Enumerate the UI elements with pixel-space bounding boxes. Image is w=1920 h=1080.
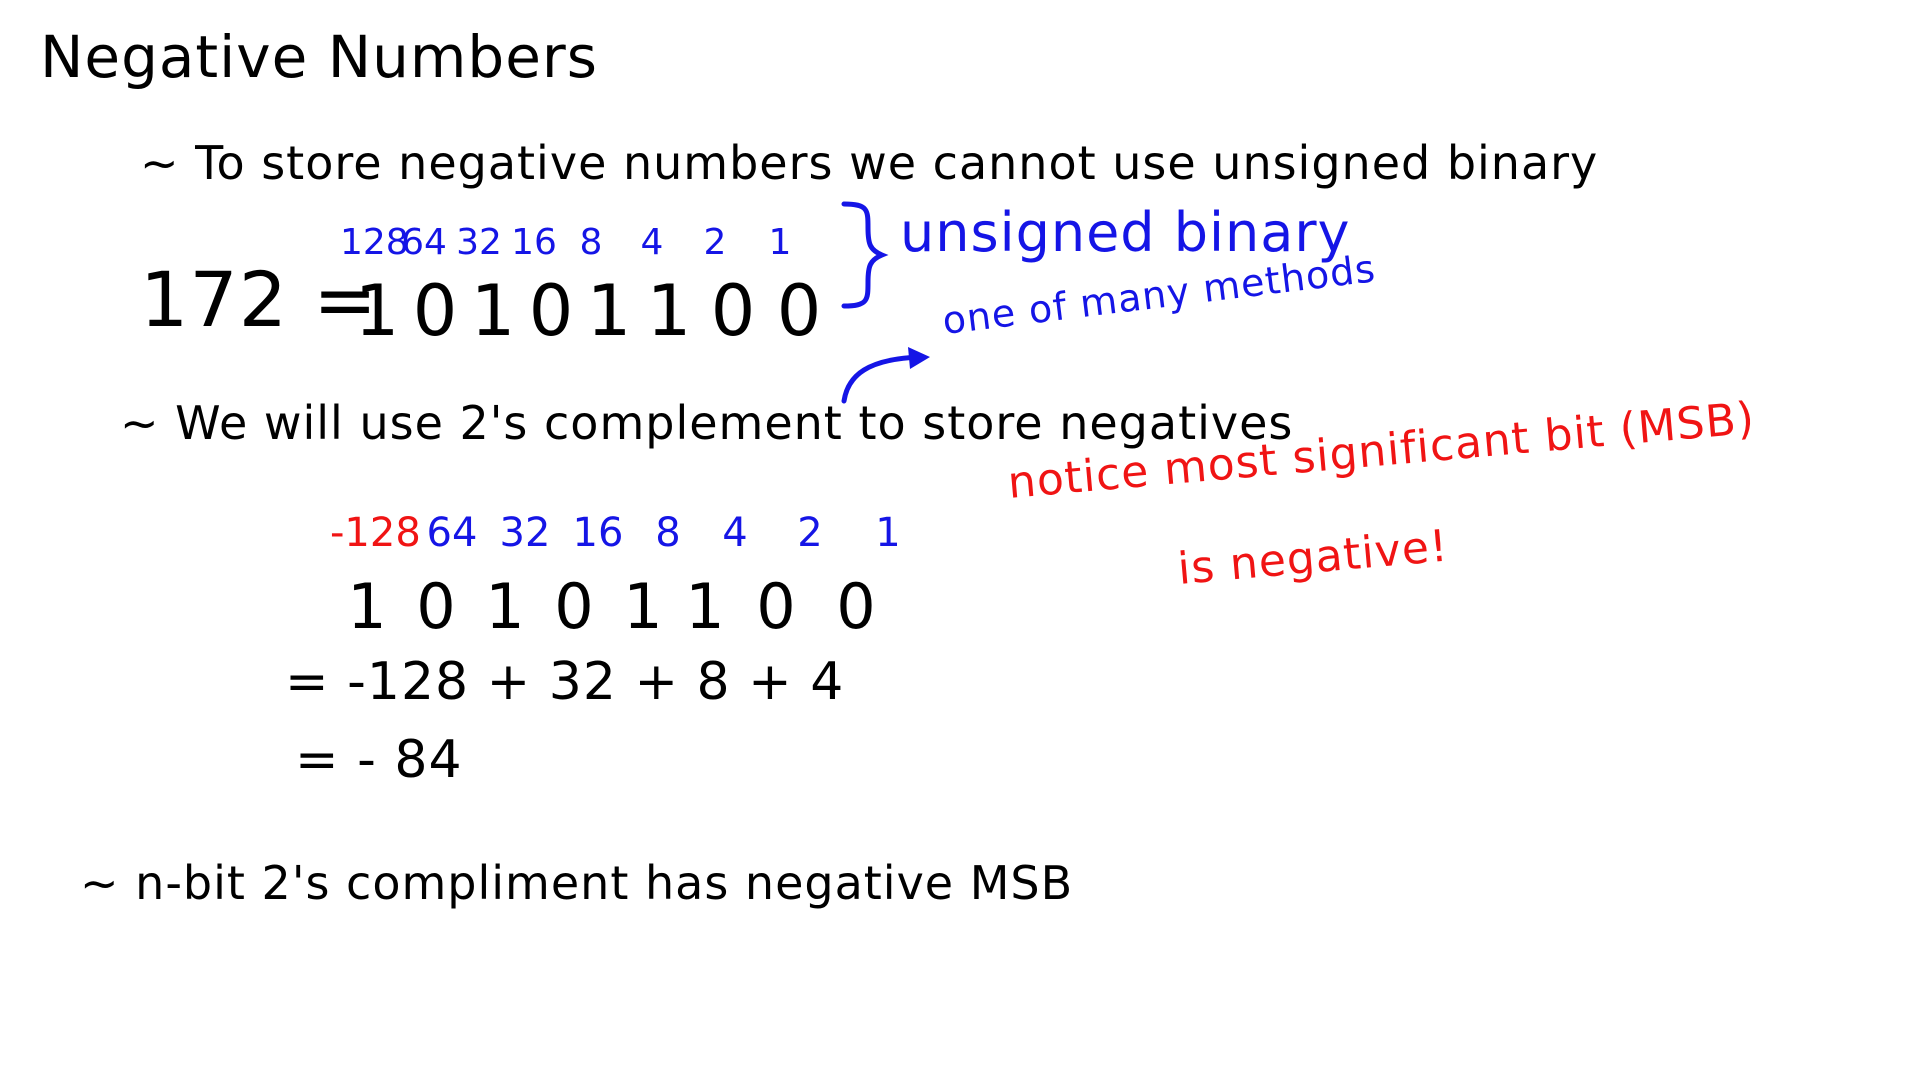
unsigned-weight: 8	[579, 222, 603, 263]
twos-bit: 1	[685, 570, 725, 643]
twos-weight: 16	[572, 510, 624, 556]
twos-bit: 0	[836, 570, 876, 643]
bullet-unsigned-limitation: ~ To store negative numbers we cannot us…	[140, 136, 1599, 190]
unsigned-binary-note: unsigned binary	[900, 201, 1351, 264]
page-title: Negative Numbers	[40, 23, 598, 91]
twos-bit: 1	[623, 570, 663, 643]
unsigned-value-label: 172 =	[140, 255, 378, 344]
unsigned-weight: 64	[401, 222, 447, 263]
twos-weight: 1	[875, 510, 901, 556]
unsigned-bit: 1	[586, 270, 632, 352]
twos-bits-row: 1 0 1 0 1 1 0 0	[336, 570, 896, 643]
msb-notice-line2: is negative!	[1175, 520, 1451, 595]
unsigned-weight: 2	[703, 222, 727, 263]
twos-weight: 64	[426, 510, 478, 556]
twos-weight: 4	[722, 510, 748, 556]
twos-bit: 1	[485, 570, 525, 643]
unsigned-bit: 1	[646, 270, 692, 352]
unsigned-weight: 16	[511, 222, 557, 263]
unsigned-bit: 1	[354, 270, 400, 352]
unsigned-weight: 4	[640, 222, 664, 263]
unsigned-bit: 0	[710, 270, 756, 352]
calculation-result: = - 84	[295, 730, 463, 790]
twos-weight: 32	[499, 510, 551, 556]
msb-weight: -128	[330, 510, 421, 556]
unsigned-weight: 32	[456, 222, 502, 263]
unsigned-bit: 0	[776, 270, 822, 352]
unsigned-bit: 0	[412, 270, 458, 352]
twos-bit: 0	[756, 570, 796, 643]
twos-weight: 8	[655, 510, 681, 556]
calculation-sum: = -128 + 32 + 8 + 4	[285, 652, 845, 712]
twos-weights-row: -128 64 32 16 8 4 2 1	[330, 510, 926, 556]
twos-weight: 2	[797, 510, 823, 556]
bullet-n-bit-msb: ~ n-bit 2's compliment has negative MSB	[80, 856, 1074, 910]
twos-bit: 0	[554, 570, 594, 643]
unsigned-bit: 0	[528, 270, 574, 352]
curly-brace-icon	[841, 201, 889, 309]
bullet-twos-complement: ~ We will use 2's complement to store ne…	[120, 396, 1294, 450]
unsigned-bit: 1	[470, 270, 516, 352]
unsigned-weight: 1	[768, 222, 792, 263]
unsigned-weights-row: 128 64 32 16 8 4 2 1	[340, 222, 812, 263]
twos-bit: 0	[416, 570, 456, 643]
twos-bit: 1	[347, 570, 387, 643]
unsigned-bits-row: 1 0 1 0 1 1 0 0	[348, 270, 832, 352]
